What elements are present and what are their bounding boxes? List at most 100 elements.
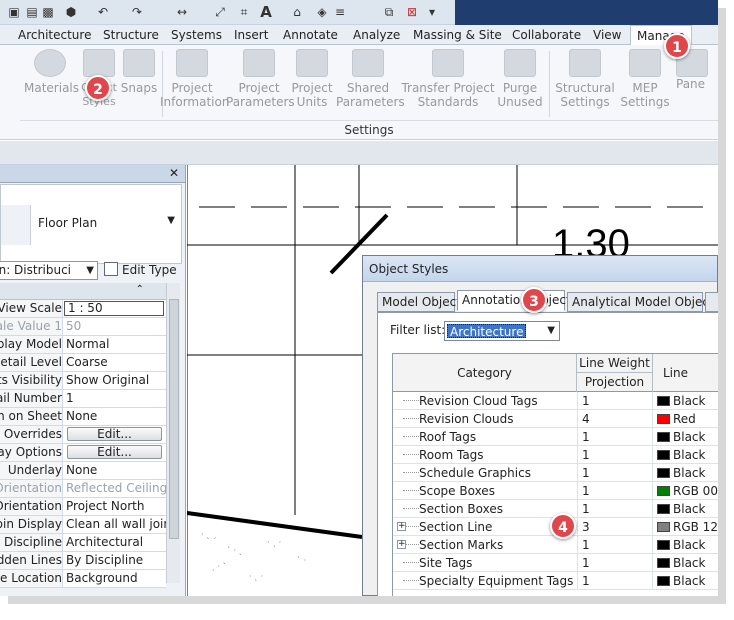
line-color-cell[interactable]: Black — [655, 428, 705, 446]
line-color-cell[interactable]: RGB 128-128-128 — [655, 518, 718, 536]
property-value[interactable]: Reflected Ceiling — [63, 480, 166, 497]
line-weight-cell[interactable]: 1 — [577, 500, 653, 518]
property-value[interactable]: By Discipline — [63, 552, 166, 569]
property-row[interactable]: Detail Number1 — [0, 390, 166, 408]
line-color-cell[interactable]: Red — [655, 410, 696, 428]
line-color-cell[interactable]: Black — [655, 464, 705, 482]
table-row[interactable]: Revision Cloud Tags 1 Black — [393, 392, 718, 410]
tab-annotation-objects[interactable]: Annotation Objects — [457, 290, 577, 311]
close-hidden-icon[interactable]: ⊠ — [404, 3, 420, 21]
text-icon[interactable]: A — [258, 3, 274, 21]
table-row[interactable]: Scope Boxes 1 RGB 000-127-000 — [393, 482, 718, 500]
property-value[interactable]: None — [63, 408, 166, 425]
properties-scrollbar[interactable] — [166, 283, 180, 583]
property-value[interactable]: Edit... — [63, 444, 166, 461]
save-icon[interactable]: ▩ — [40, 3, 56, 21]
tab-structure[interactable]: Structure — [103, 25, 159, 45]
edit-type-button[interactable]: Edit Type — [104, 262, 177, 278]
property-row[interactable]: Display ModelNormal — [0, 336, 166, 354]
line-color-cell[interactable]: Black — [655, 446, 705, 464]
project-units-button[interactable]: Project Units — [290, 49, 334, 109]
tab-systems[interactable]: Systems — [171, 25, 222, 45]
close-icon[interactable]: ✕ — [169, 166, 179, 180]
undo-icon[interactable]: ↶ — [94, 3, 112, 21]
table-row[interactable]: + Section Marks 1 Black — [393, 536, 718, 554]
materials-button[interactable]: Materials — [24, 49, 79, 95]
snaps-button[interactable]: Snaps — [120, 49, 158, 95]
line-color-cell[interactable]: Black — [655, 536, 705, 554]
line-color-cell[interactable]: Black — [655, 554, 705, 572]
table-row[interactable]: Site Tags 1 Black — [393, 554, 718, 572]
line-weight-cell[interactable]: 1 — [577, 572, 653, 590]
property-row[interactable]: Detail LevelCoarse — [0, 354, 166, 372]
property-row[interactable]: Scale Value 1:50 — [0, 318, 166, 336]
table-row[interactable]: Schedule Graphics 1 Black — [393, 464, 718, 482]
table-row[interactable]: Specialty Equipment Tags 1 Black — [393, 572, 718, 590]
tab-view[interactable]: View — [593, 25, 621, 45]
line-weight-cell[interactable]: 1 — [577, 392, 653, 410]
property-row[interactable]: View Scale 1 : 50 — [0, 300, 166, 318]
property-row[interactable]: Discipline Architectural — [0, 534, 166, 552]
tab-insert[interactable]: Insert — [234, 25, 268, 45]
expand-icon[interactable]: + — [397, 540, 406, 549]
settings-panel-label[interactable]: Settings — [20, 120, 718, 138]
tab-analytical-model-objects[interactable]: Analytical Model Objects — [567, 292, 718, 312]
property-value[interactable]: Edit... — [63, 426, 166, 443]
structural-settings-button[interactable]: Structural Settings — [554, 49, 616, 109]
line-weight-cell[interactable]: 1 — [577, 554, 653, 572]
line-color-cell[interactable]: Black — [655, 572, 705, 590]
collapse-icon[interactable]: ⌃ — [136, 284, 144, 295]
property-value[interactable]: None — [63, 462, 166, 479]
tab-model-objects[interactable]: Model Objects — [377, 292, 467, 312]
projection-column-header[interactable]: Projection — [577, 373, 653, 392]
mep-settings-button[interactable]: MEP Settings — [618, 49, 672, 109]
project-information-button[interactable]: Project Information — [160, 49, 229, 109]
tab-analyze[interactable]: Analyze — [353, 25, 400, 45]
property-row[interactable]: Underlay None — [0, 462, 166, 480]
property-row[interactable]: Wall Join DisplayClean all wall joins — [0, 516, 166, 534]
tab-collaborate[interactable]: Collaborate — [512, 25, 581, 45]
property-row[interactable]: Rotation on SheetNone — [0, 408, 166, 426]
shared-parameters-button[interactable]: Shared Parameters — [336, 49, 405, 109]
filter-list-dropdown[interactable]: Architecture ▼ — [444, 321, 560, 341]
instance-type-dropdown[interactable]: Floor Plan: Distribuci ▼ — [0, 261, 98, 280]
3d-view-icon[interactable]: ⌂ — [288, 3, 306, 21]
edit-button[interactable]: Edit... — [67, 445, 162, 459]
table-row[interactable]: Room Tags 1 Black — [393, 446, 718, 464]
property-value[interactable]: Project North — [63, 498, 166, 515]
chevron-down-icon[interactable]: ▼ — [167, 215, 175, 226]
line-weight-cell[interactable]: 1 — [577, 464, 653, 482]
customize-qat-icon[interactable]: ▾ — [424, 3, 440, 21]
tag-icon[interactable]: ⌗ — [236, 3, 252, 21]
sync-icon[interactable]: ⬢ — [62, 3, 80, 21]
expand-icon[interactable]: + — [397, 522, 406, 531]
line-weight-cell[interactable]: 3 — [577, 518, 653, 536]
line-color-cell[interactable]: Black — [655, 500, 705, 518]
app-menu-icon[interactable]: ▣ — [6, 3, 22, 21]
property-value[interactable]: 1 — [63, 390, 166, 407]
property-value[interactable]: 50 — [63, 318, 166, 335]
switch-windows-icon[interactable]: ⧉ — [380, 3, 398, 21]
property-value[interactable]: 1 : 50 — [64, 301, 164, 316]
line-color-cell[interactable]: RGB 000-127-000 — [655, 482, 718, 500]
line-color-column-header[interactable]: Line Color — [663, 354, 718, 418]
purge-unused-button[interactable]: Purge Unused — [496, 49, 544, 109]
property-value[interactable]: Clean all wall joins — [63, 516, 166, 533]
line-weight-column-header[interactable]: Line Weight — [577, 354, 653, 373]
property-row[interactable]: Graphic Display Options Edit... — [0, 444, 166, 462]
property-row[interactable]: Show Hidden LinesBy Discipline — [0, 552, 166, 570]
property-row[interactable]: Underlay OrientationReflected Ceiling — [0, 480, 166, 498]
section-icon[interactable]: ◈ — [314, 3, 330, 21]
tab-annotate[interactable]: Annotate — [283, 25, 338, 45]
measure-icon[interactable]: ↔ — [172, 3, 192, 21]
line-weight-cell[interactable]: 1 — [577, 446, 653, 464]
graphics-group-header[interactable]: ⌃ — [0, 283, 166, 300]
tab-architecture[interactable]: Architecture — [18, 25, 91, 45]
transfer-standards-button[interactable]: Transfer Project Standards — [400, 49, 496, 109]
property-row[interactable]: Parts VisibilityShow Original — [0, 372, 166, 390]
dimension-icon[interactable]: ⤢ — [212, 3, 228, 21]
redo-icon[interactable]: ↷ — [128, 3, 146, 21]
line-weight-cell[interactable]: 1 — [577, 536, 653, 554]
edit-button[interactable]: Edit... — [67, 427, 162, 441]
tab-imported-objects[interactable] — [705, 292, 718, 312]
